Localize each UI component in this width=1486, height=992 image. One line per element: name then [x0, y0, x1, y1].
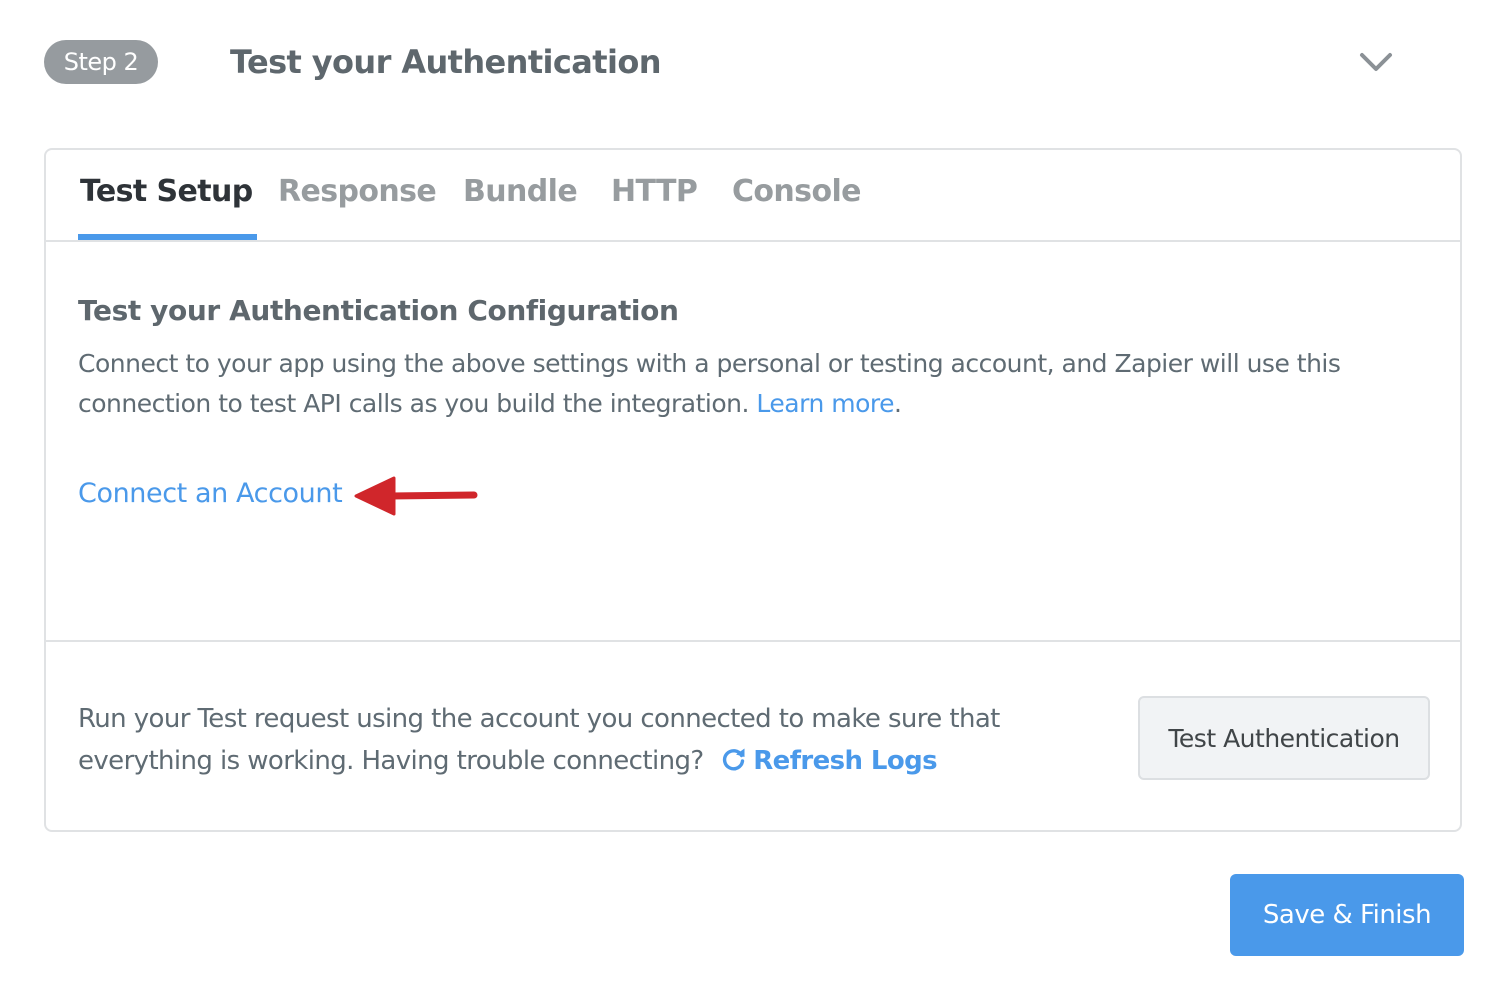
step-title: Test your Authentication — [230, 43, 661, 81]
save-finish-button[interactable]: Save & Finish — [1230, 874, 1464, 956]
run-description: Run your Test request using the account … — [78, 698, 1098, 782]
connect-account-link[interactable]: Connect an Account — [78, 478, 343, 509]
tab-bundle[interactable]: Bundle — [463, 174, 578, 242]
tab-bar: Test Setup Response Bundle HTTP Console — [46, 150, 1460, 242]
test-panel: Test Setup Response Bundle HTTP Console … — [44, 148, 1462, 832]
config-description-text: Connect to your app using the above sett… — [78, 349, 1341, 418]
learn-more-link[interactable]: Learn more — [756, 389, 894, 418]
tab-response[interactable]: Response — [278, 174, 437, 242]
config-section: Test your Authentication Configuration C… — [46, 242, 1460, 642]
tab-console[interactable]: Console — [732, 174, 861, 242]
step-header[interactable]: Step 2 Test your Authentication — [44, 40, 1464, 84]
trailing-period: . — [894, 389, 902, 418]
refresh-logs-link[interactable]: Refresh Logs — [721, 746, 938, 776]
red-arrow-icon — [354, 476, 478, 516]
chevron-down-icon[interactable] — [1354, 44, 1398, 80]
run-section: Run your Test request using the account … — [46, 642, 1460, 830]
config-title: Test your Authentication Configuration — [78, 294, 679, 327]
step-badge: Step 2 — [44, 40, 158, 84]
tab-http[interactable]: HTTP — [611, 174, 698, 242]
config-description: Connect to your app using the above sett… — [78, 344, 1378, 424]
test-authentication-button[interactable]: Test Authentication — [1138, 696, 1430, 780]
refresh-logs-label: Refresh Logs — [753, 746, 938, 776]
refresh-icon — [723, 748, 745, 771]
tab-test-setup[interactable]: Test Setup — [78, 174, 257, 242]
